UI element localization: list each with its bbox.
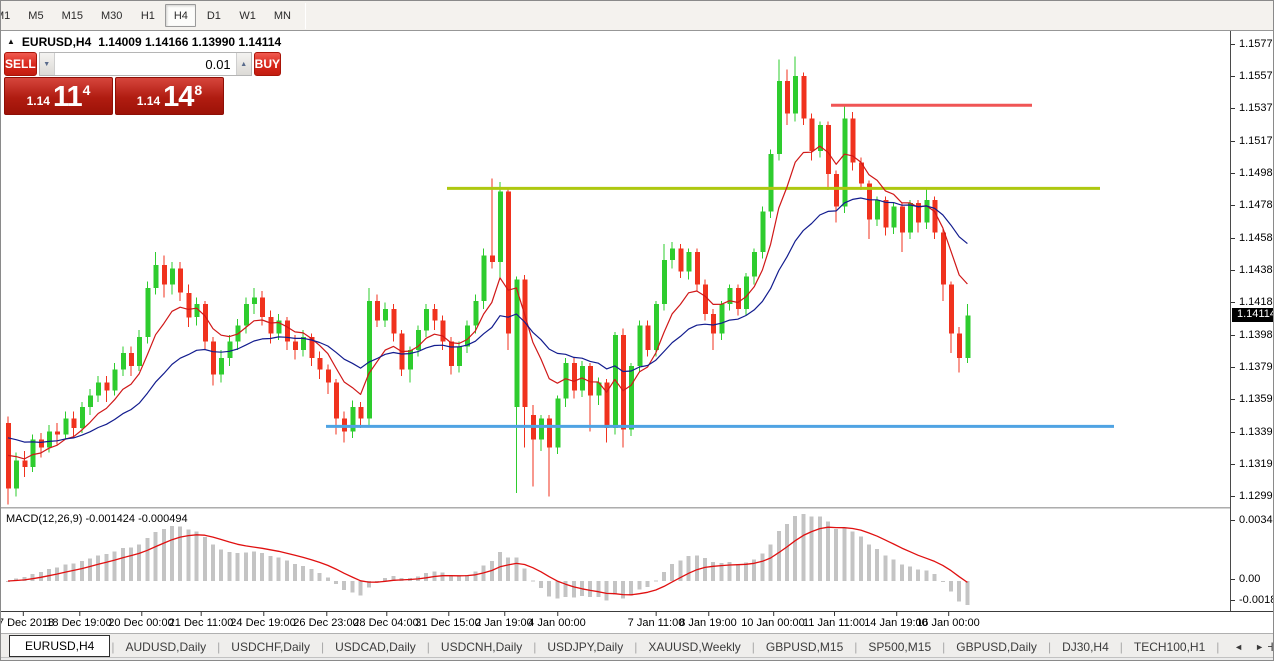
tab-gbpusd-m15[interactable]: GBPUSD,M15 [756, 637, 853, 657]
pane-splitter[interactable] [1, 507, 1230, 509]
sell-button[interactable]: SELL [4, 52, 37, 76]
chart-ohlc-values: 1.14009 1.14166 1.13990 1.14114 [98, 35, 281, 49]
timeframe-button-mn[interactable]: MN [266, 4, 299, 27]
time-axis-label: 2 Jan 19:00 [475, 617, 533, 629]
timeframe-button-m1[interactable]: M1 [1, 4, 18, 27]
buy-button[interactable]: BUY [254, 52, 281, 76]
tab-scroll-left-icon[interactable]: ◄ [1234, 642, 1243, 652]
price-axis-label: 1.14580 [1231, 232, 1274, 245]
toolbar-separator [305, 3, 306, 29]
price-axis-label: 1.14385 [1231, 264, 1274, 277]
price-axis-label: 1.13790 [1231, 361, 1274, 374]
status-bar [1, 657, 1273, 660]
time-axis-label: 11 Jan 11:00 [803, 617, 865, 629]
ma-fast-line [8, 146, 967, 459]
time-axis-label: 31 Dec 15:00 [415, 617, 480, 629]
time-axis[interactable]: 17 Dec 201818 Dec 19:0020 Dec 00:0021 De… [1, 611, 1274, 633]
buy-price-pip: 8 [194, 82, 202, 98]
price-axis-label: 1.14980 [1231, 167, 1274, 180]
time-axis-label: 26 Dec 23:00 [293, 617, 358, 629]
time-axis-label: 4 Jan 00:00 [528, 617, 586, 629]
tab-usdjpy-daily[interactable]: USDJPY,Daily [537, 637, 633, 657]
chart-tab-bar: EURUSD,H4|AUDUSD,Daily|USDCHF,Daily|USDC… [1, 633, 1273, 659]
tab-usdcad-daily[interactable]: USDCAD,Daily [325, 637, 426, 657]
timeframe-button-m30[interactable]: M30 [93, 4, 130, 27]
chart-title: ▲ EURUSD,H4 1.14009 1.14166 1.13990 1.14… [7, 35, 281, 49]
volume-input[interactable] [55, 53, 236, 75]
time-axis-label: 16 Jan 00:00 [916, 617, 980, 629]
timeframe-button-h4[interactable]: H4 [165, 4, 196, 27]
price-axis[interactable]: 1.15770 1.15575 1.15375 1.15175 1.14980 1.147… [1230, 31, 1274, 611]
tab-xauusd-weekly[interactable]: XAUUSD,Weekly [638, 637, 750, 657]
tab-eurusd-h4[interactable]: EURUSD,H4 [9, 635, 110, 657]
timeframe-button-m5[interactable]: M5 [20, 4, 51, 27]
sell-price-big: 11 [53, 84, 82, 112]
macd-signal-line [8, 527, 967, 595]
sell-price-prefix: 1.14 [27, 94, 50, 108]
time-axis-label: 10 Jan 00:00 [741, 617, 805, 629]
price-axis-label: 1.13590 [1231, 393, 1274, 406]
price-axis-label: 1.13195 [1231, 458, 1274, 471]
trading-terminal-window: M1M5M15M30H1H4D1W1MN ▲ EURUSD,H4 1.14009… [0, 0, 1274, 661]
timeframe-button-h1[interactable]: H1 [132, 4, 163, 27]
time-axis-label: 18 Dec 19:00 [46, 617, 111, 629]
tab-usdcnh-daily[interactable]: USDCNH,Daily [431, 637, 532, 657]
price-axis-label: 1.13985 [1231, 329, 1274, 342]
tab-scroll-arrows: ◄ ► [1230, 634, 1268, 659]
timeframe-button-w1[interactable]: W1 [231, 4, 264, 27]
tab-dj30-h4[interactable]: DJ30,H4 [1052, 637, 1119, 657]
time-axis-label: 20 Dec 00:00 [108, 617, 173, 629]
buy-price-prefix: 1.14 [137, 94, 160, 108]
time-axis-label: 24 Dec 19:00 [230, 617, 295, 629]
buy-price-box[interactable]: 1.14 14 8 [115, 77, 224, 115]
sell-price-box[interactable]: 1.14 11 4 [4, 77, 113, 115]
time-axis-label: 7 Jan 11:00 [628, 617, 685, 629]
price-axis-label: 1.15575 [1231, 70, 1274, 83]
tab-scroll-right-icon[interactable]: ► [1255, 642, 1264, 652]
price-axis-label: 1.14780 [1231, 199, 1274, 212]
timeframe-button-strip: M1M5M15M30H1H4D1W1MN [1, 1, 300, 30]
candlestick-series [6, 56, 970, 504]
ma-slow-line [8, 198, 967, 442]
price-axis-label: 1.15175 [1231, 135, 1274, 148]
collapse-panel-icon[interactable]: ▲ [7, 38, 15, 46]
volume-decrease-icon[interactable]: ▼ [40, 53, 55, 75]
tab-gbpusd-daily[interactable]: GBPUSD,Daily [946, 637, 1047, 657]
timeframe-toolbar: M1M5M15M30H1H4D1W1MN [1, 1, 1273, 31]
tab-audusd-daily[interactable]: AUDUSD,Daily [115, 637, 216, 657]
timeframe-button-m15[interactable]: M15 [54, 4, 91, 27]
chart-pane[interactable]: ▲ EURUSD,H4 1.14009 1.14166 1.13990 1.14… [1, 31, 1230, 611]
macd-axis-label: 0.00 [1231, 573, 1274, 586]
macd-indicator-label: MACD(12,26,9) -0.001424 -0.000494 [6, 513, 188, 525]
sell-price-pip: 4 [83, 82, 91, 98]
timeframe-button-d1[interactable]: D1 [198, 4, 229, 27]
tab-tech100-h1[interactable]: TECH100,H1 [1124, 637, 1215, 657]
time-axis-label: 28 Dec 04:00 [353, 617, 418, 629]
price-axis-label: 1.12995 [1231, 490, 1274, 503]
chart-symbol-period: EURUSD,H4 [22, 35, 91, 49]
one-click-trading-panel: SELL ▼ ▲ BUY 1.14 11 4 1.14 14 8 [4, 52, 224, 115]
time-axis-label: 21 Dec 11:00 [169, 617, 234, 629]
time-axis-label: 8 Jan 19:00 [679, 617, 737, 629]
volume-group: ▼ ▲ [39, 52, 252, 76]
volume-increase-icon[interactable]: ▲ [236, 53, 251, 75]
buy-price-big: 14 [163, 84, 193, 112]
current-price-tag: 1.14114 [1232, 308, 1274, 322]
macd-axis-label: -0.001851 [1231, 594, 1274, 607]
macd-axis-label: 0.003452 [1231, 514, 1274, 527]
price-axis-label: 1.15375 [1231, 102, 1274, 115]
tab-sp500-m15[interactable]: SP500,M15 [858, 637, 941, 657]
price-axis-label: 1.15770 [1231, 38, 1274, 51]
tab-usdchf-daily[interactable]: USDCHF,Daily [221, 637, 320, 657]
price-axis-label: 1.13390 [1231, 426, 1274, 439]
